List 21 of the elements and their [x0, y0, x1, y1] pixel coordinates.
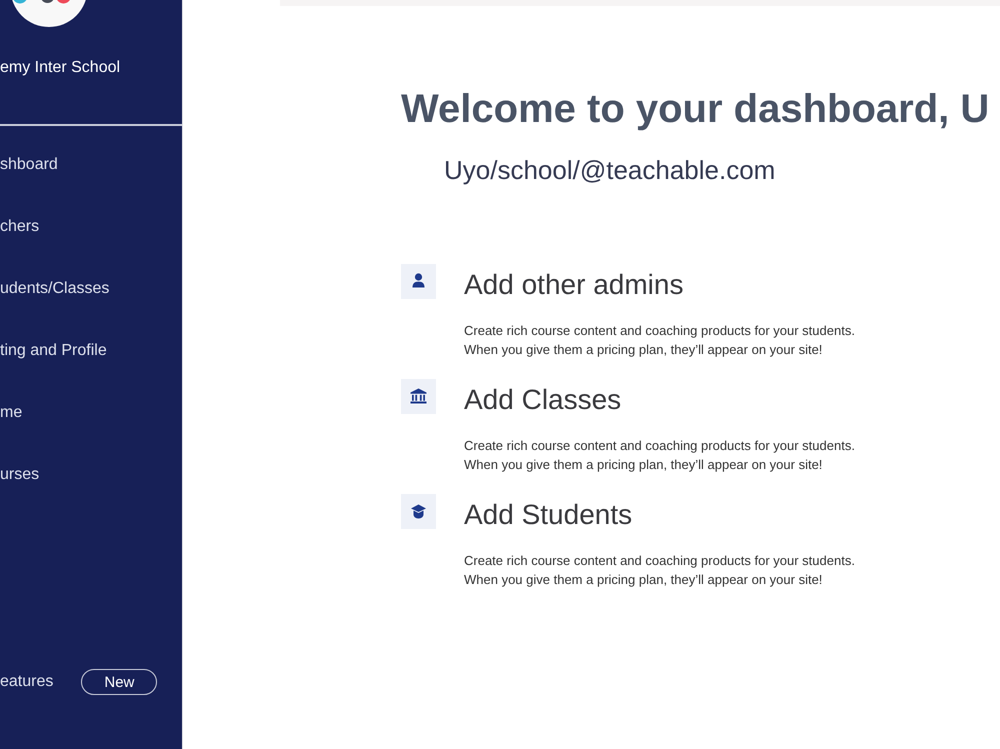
action-title[interactable]: Add Classes: [464, 382, 622, 416]
new-badge: New: [81, 669, 158, 695]
sidebar-item[interactable]: eatures: [0, 672, 54, 692]
action-description: Create rich course content and coaching products for your students. When you give them a pricing plan, they’ll appear on your site!: [464, 552, 855, 589]
action-description: Create rich course content and coaching products for your students. When you give them a pricing plan, they’ll appear on your site!: [464, 322, 855, 359]
person-icon: [401, 264, 436, 299]
account-email: Uyo/school/@teachable.com: [444, 154, 776, 186]
graduation-cap-icon: [401, 494, 436, 529]
sidebar-item[interactable]: urses: [0, 465, 40, 485]
columned-building-icon: [401, 379, 436, 414]
action-title[interactable]: Add other admins: [464, 268, 684, 302]
action-description: Create rich course content and coaching products for your students. When you give them a pricing plan, they’ll appear on your site!: [464, 437, 855, 474]
school-name: emy Inter School: [0, 58, 122, 78]
logo-icon: [10, 0, 88, 27]
action-title[interactable]: Add Students: [464, 498, 632, 532]
welcome-title: Welcome to your dashboard, U: [401, 86, 990, 133]
sidebar-item[interactable]: ting and Profile: [0, 341, 107, 361]
sidebar-item[interactable]: chers: [0, 217, 40, 237]
sidebar-item[interactable]: udents/Classes: [0, 279, 110, 299]
sidebar-item[interactable]: me: [0, 403, 22, 423]
sidebar-item[interactable]: shboard: [0, 155, 58, 175]
